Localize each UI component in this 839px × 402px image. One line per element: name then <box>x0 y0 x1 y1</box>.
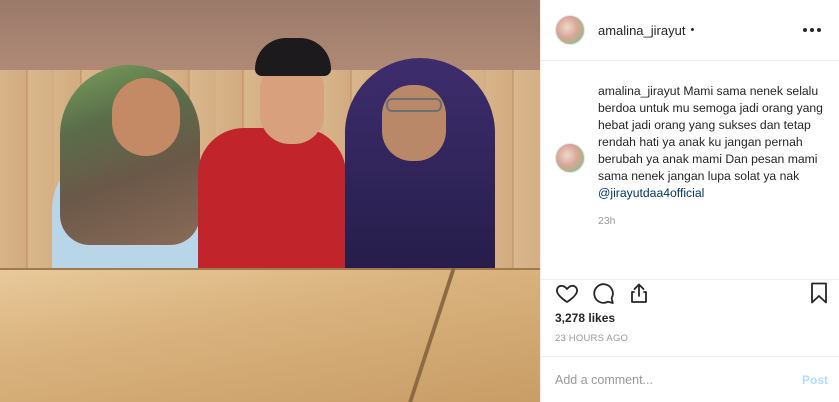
comment-input[interactable] <box>555 372 802 387</box>
posted-time: 23 HOURS AGO <box>555 333 629 344</box>
caption-body: amalina_jirayut Mami sama nenek selalu b… <box>598 83 823 227</box>
caption-message: Mami sama nenek selalu berdoa untuk mu s… <box>598 84 823 183</box>
more-dot-1 <box>803 28 807 32</box>
share-icon[interactable] <box>627 281 651 305</box>
caption-mention-link[interactable]: @jirayutdaa4official <box>598 186 704 200</box>
post-sidebar: amalina_jirayut • amalina_jirayut Mami s… <box>540 0 839 402</box>
post-header: amalina_jirayut • <box>541 0 839 61</box>
wooden-table <box>0 270 540 402</box>
comment-icon[interactable] <box>591 281 615 305</box>
comment-bar: Post <box>541 356 839 402</box>
grandmother-face <box>382 85 446 161</box>
action-bar <box>541 279 839 307</box>
heart-icon[interactable] <box>555 281 579 305</box>
post-photo[interactable] <box>0 0 540 402</box>
caption-text: amalina_jirayut Mami sama nenek selalu b… <box>598 83 823 202</box>
woman-left-face <box>112 78 180 156</box>
caption-username[interactable]: amalina_jirayut <box>598 84 680 98</box>
more-dot-2 <box>810 28 814 32</box>
bookmark-icon[interactable] <box>807 281 831 305</box>
young-man-shirt <box>198 128 346 288</box>
caption-area: amalina_jirayut Mami sama nenek selalu b… <box>541 61 839 279</box>
caption-time: 23h <box>598 215 616 227</box>
caption-row: amalina_jirayut Mami sama nenek selalu b… <box>555 83 823 227</box>
grandmother-glasses <box>386 98 442 112</box>
caption-avatar[interactable] <box>555 143 585 173</box>
more-options-icon[interactable] <box>801 20 823 40</box>
avatar[interactable] <box>555 15 585 45</box>
header-dot: • <box>690 24 695 36</box>
likes-count[interactable]: 3,278 likes <box>555 311 615 325</box>
header-username[interactable]: amalina_jirayut <box>598 23 685 38</box>
post-comment-button[interactable]: Post <box>802 373 828 387</box>
more-dot-3 <box>817 28 821 32</box>
